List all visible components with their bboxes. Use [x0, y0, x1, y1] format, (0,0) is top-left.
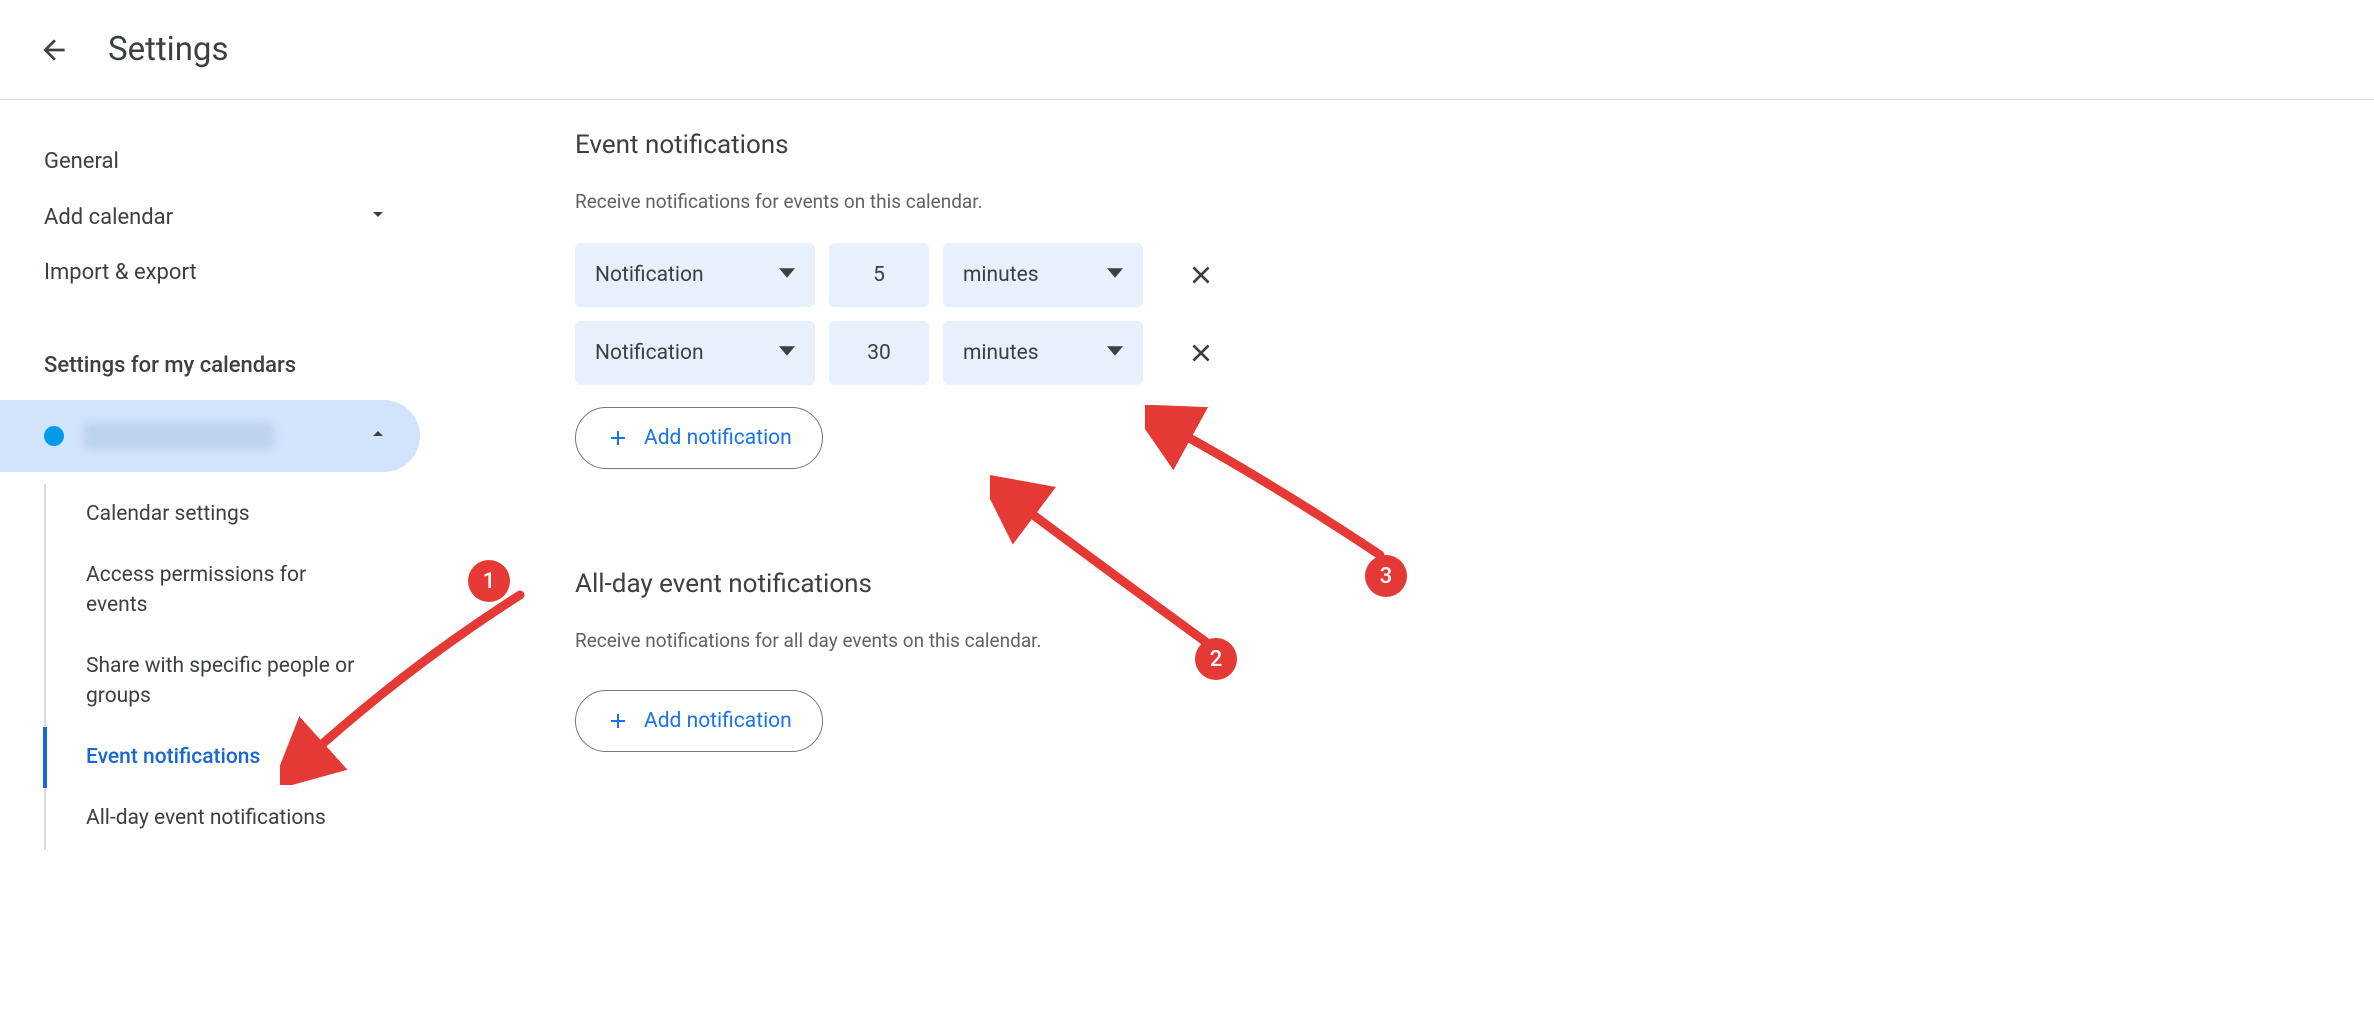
calendar-name-redacted — [84, 423, 274, 449]
sidebar-item-general[interactable]: General — [0, 135, 420, 188]
section-description: Receive notifications for events on this… — [575, 190, 1225, 213]
dropdown-icon — [779, 341, 795, 365]
remove-notification-button[interactable] — [1177, 251, 1225, 299]
plus-icon — [606, 426, 630, 450]
sidebar-calendar-item[interactable] — [0, 400, 420, 472]
notification-value-input[interactable]: 30 — [829, 321, 929, 385]
sidebar-heading-my-calendars: Settings for my calendars — [0, 339, 420, 392]
subnav-access-permissions[interactable]: Access permissions for events — [46, 545, 386, 636]
close-icon — [1188, 340, 1214, 366]
subnav-allday-notifications[interactable]: All-day event notifications — [46, 788, 386, 849]
section-event-notifications: Event notifications Receive notification… — [575, 130, 1225, 469]
sidebar-item-add-calendar[interactable]: Add calendar — [0, 188, 420, 246]
section-allday-notifications: All-day event notifications Receive noti… — [575, 569, 1225, 752]
notification-method-label: Notification — [595, 263, 704, 287]
close-icon — [1188, 262, 1214, 288]
notification-value: 5 — [873, 263, 885, 287]
section-title: All-day event notifications — [575, 569, 1225, 599]
chevron-up-icon — [366, 422, 390, 450]
page-title: Settings — [108, 30, 229, 69]
notification-unit-select[interactable]: minutes — [943, 243, 1143, 307]
settings-sidebar: General Add calendar Import & export Set… — [0, 100, 420, 850]
add-notification-button[interactable]: Add notification — [575, 407, 823, 469]
dropdown-icon — [779, 263, 795, 287]
notification-row: Notification 30 minutes — [575, 321, 1225, 385]
notification-method-select[interactable]: Notification — [575, 321, 815, 385]
arrow-left-icon — [38, 34, 70, 66]
main-content: Event notifications Receive notification… — [420, 100, 1225, 850]
add-notification-label: Add notification — [644, 709, 792, 733]
remove-notification-button[interactable] — [1177, 329, 1225, 377]
section-title: Event notifications — [575, 130, 1225, 160]
sidebar-item-label: Add calendar — [44, 205, 173, 230]
notification-unit-label: minutes — [963, 341, 1039, 365]
section-description: Receive notifications for all day events… — [575, 629, 1225, 652]
subnav-event-notifications[interactable]: Event notifications — [43, 727, 383, 788]
notification-method-label: Notification — [595, 341, 704, 365]
sidebar-item-import-export[interactable]: Import & export — [0, 246, 420, 299]
add-notification-label: Add notification — [644, 426, 792, 450]
notification-method-select[interactable]: Notification — [575, 243, 815, 307]
notification-row: Notification 5 minutes — [575, 243, 1225, 307]
back-arrow-button[interactable] — [30, 26, 78, 74]
dropdown-icon — [1107, 341, 1123, 365]
notification-value-input[interactable]: 5 — [829, 243, 929, 307]
calendar-sub-nav: Calendar settings Access permissions for… — [44, 484, 420, 850]
notification-unit-label: minutes — [963, 263, 1039, 287]
subnav-calendar-settings[interactable]: Calendar settings — [46, 484, 386, 545]
app-header: Settings — [0, 0, 2374, 100]
calendar-color-dot — [44, 426, 64, 446]
chevron-down-icon — [366, 202, 390, 232]
subnav-share-specific[interactable]: Share with specific people or groups — [46, 636, 386, 727]
plus-icon — [606, 709, 630, 733]
notification-unit-select[interactable]: minutes — [943, 321, 1143, 385]
notification-value: 30 — [867, 341, 891, 365]
add-notification-button[interactable]: Add notification — [575, 690, 823, 752]
dropdown-icon — [1107, 263, 1123, 287]
